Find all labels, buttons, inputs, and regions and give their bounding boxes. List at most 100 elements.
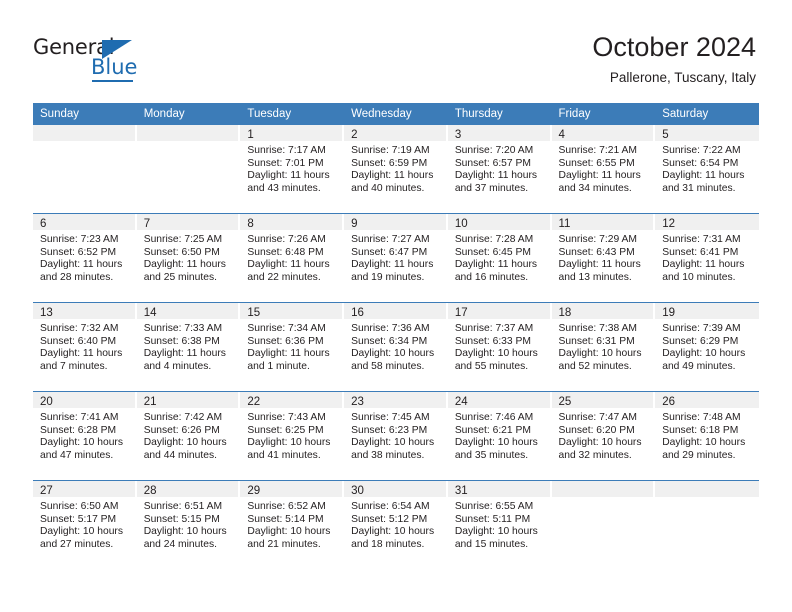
day-number: 26 <box>662 396 676 408</box>
calendar-day-cell[interactable]: 5 Sunrise: 7:22 AM Sunset: 6:54 PM Daylight… <box>655 125 759 213</box>
sunrise-text: Sunrise: 7:39 AM <box>662 323 741 334</box>
day-number: 11 <box>558 218 571 230</box>
sunrise-text: Sunrise: 6:51 AM <box>143 501 223 512</box>
calendar-day-cell[interactable]: 18 Sunrise: 7:38 AM Sunset: 6:31 PM Dayligh… <box>551 303 656 391</box>
sunrise-text: Sunrise: 6:55 AM <box>454 501 534 512</box>
day-number: 10 <box>454 218 468 230</box>
calendar-day-cell[interactable]: 8 Sunrise: 7:26 AM Sunset: 6:48 PM Daylight… <box>240 214 345 302</box>
calendar-day-cell[interactable]: 15 Sunrise: 7:34 AM Sunset: 6:36 PM Dayligh… <box>240 303 345 391</box>
sun-info: Sunrise: 7:46 AM Sunset: 6:21 PM Daylight:… <box>448 408 550 462</box>
calendar-day-cell[interactable]: 13 Sunrise: 7:32 AM Sunset: 6:40 PM Dayligh… <box>33 303 137 391</box>
calendar-day-cell[interactable]: 20 Sunrise: 7:41 AM Sunset: 6:28 PM Dayligh… <box>33 392 137 480</box>
sunset-text: Sunset: 6:55 PM <box>558 157 635 169</box>
calendar-grid: Sunday Monday Tuesday Wednesday Thursday Frid… <box>33 103 759 569</box>
sunset-text: Sunset: 6:47 PM <box>351 246 428 258</box>
daylight-text: Daylight: 10 hours and 58 minutes. <box>351 348 435 372</box>
calendar-day-cell[interactable]: 29 Sunrise: 6:52 AM Sunset: 5:14 PM Dayligh… <box>240 481 345 569</box>
sunrise-text: Sunrise: 7:20 AM <box>454 145 534 156</box>
sun-info: Sunrise: 7:47 AM Sunset: 6:20 PM Daylight:… <box>552 408 654 462</box>
calendar-day-cell[interactable]: 30 Sunrise: 6:54 AM Sunset: 5:12 PM Dayligh… <box>344 481 448 569</box>
day-number: 12 <box>662 218 676 230</box>
day-number: 7 <box>143 218 151 230</box>
calendar-day-cell[interactable]: 22 Sunrise: 7:43 AM Sunset: 6:25 PM Dayligh… <box>240 392 345 480</box>
calendar-day-cell[interactable]: 10 Sunrise: 7:28 AM Sunset: 6:45 PM Dayligh… <box>447 214 552 302</box>
sunrise-text: Sunrise: 7:48 AM <box>662 412 741 423</box>
calendar-day-cell[interactable]: 21 Sunrise: 7:42 AM Sunset: 6:26 PM Dayligh… <box>136 392 241 480</box>
sunrise-text: Sunrise: 6:54 AM <box>351 501 430 512</box>
calendar-day-cell[interactable]: 7 Sunrise: 7:25 AM Sunset: 6:50 PM Daylight… <box>136 214 241 302</box>
calendar-day-cell[interactable]: 9 Sunrise: 7:27 AM Sunset: 6:47 PM Daylight… <box>344 214 448 302</box>
sunrise-text: Sunrise: 7:19 AM <box>351 145 430 156</box>
day-number: 9 <box>351 218 358 230</box>
day-number: 24 <box>454 396 468 408</box>
daylight-text: Daylight: 11 hours and 1 minute. <box>247 348 330 372</box>
sunset-text: Sunset: 5:12 PM <box>351 513 428 525</box>
daylight-text: Daylight: 11 hours and 34 minutes. <box>558 170 641 194</box>
day-number: 16 <box>351 307 364 319</box>
day-of-week-header-row: Sunday Monday Tuesday Wednesday Thursday Frid… <box>33 103 759 125</box>
sunset-text: Sunset: 6:41 PM <box>662 246 739 258</box>
day-number-band: 19 <box>655 303 759 319</box>
day-number-band: 23 <box>344 392 446 408</box>
sunrise-text: Sunrise: 7:21 AM <box>558 145 637 156</box>
page-header: General Blue October 2024 Pallerone, Tus… <box>0 0 792 100</box>
sun-info: Sunrise: 6:55 AM Sunset: 5:11 PM Daylight:… <box>448 497 550 551</box>
calendar-day-cell[interactable]: 27 Sunrise: 6:50 AM Sunset: 5:17 PM Dayligh… <box>33 481 137 569</box>
sunrise-text: Sunrise: 7:36 AM <box>351 323 430 334</box>
day-of-week-header: Sunday <box>40 108 80 120</box>
day-number-band: 1 <box>240 125 343 141</box>
day-number-band <box>136 125 239 141</box>
day-number: 13 <box>40 307 53 319</box>
calendar-day-cell[interactable]: 16 Sunrise: 7:36 AM Sunset: 6:34 PM Dayligh… <box>344 303 448 391</box>
day-number-band <box>655 481 759 497</box>
calendar-day-cell[interactable]: 6 Sunrise: 7:23 AM Sunset: 6:52 PM Daylight… <box>33 214 137 302</box>
sun-info: Sunrise: 7:36 AM Sunset: 6:34 PM Daylight:… <box>344 319 446 373</box>
calendar-week-row: 13 Sunrise: 7:32 AM Sunset: 6:40 PM Dayligh… <box>33 302 759 391</box>
day-number-band: 20 <box>33 392 135 408</box>
day-number-band: 10 <box>447 214 550 230</box>
calendar-day-cell[interactable]: 1 Sunrise: 7:17 AM Sunset: 7:01 PM Daylight… <box>240 125 345 213</box>
daylight-text: Daylight: 11 hours and 13 minutes. <box>558 259 641 283</box>
day-number-band: 22 <box>240 392 343 408</box>
daylight-text: Daylight: 11 hours and 43 minutes. <box>247 170 330 194</box>
daylight-text: Daylight: 10 hours and 52 minutes. <box>558 348 642 372</box>
sun-info: Sunrise: 6:51 AM Sunset: 5:15 PM Daylight:… <box>137 497 239 551</box>
day-number: 19 <box>662 307 676 319</box>
sunset-text: Sunset: 6:23 PM <box>351 424 428 436</box>
calendar-day-cell[interactable]: 11 Sunrise: 7:29 AM Sunset: 6:43 PM Dayligh… <box>551 214 656 302</box>
calendar-day-cell[interactable]: 14 Sunrise: 7:33 AM Sunset: 6:38 PM Dayligh… <box>136 303 241 391</box>
calendar-day-cell[interactable]: 25 Sunrise: 7:47 AM Sunset: 6:20 PM Dayligh… <box>551 392 656 480</box>
sunrise-text: Sunrise: 7:38 AM <box>558 323 637 334</box>
calendar-day-cell[interactable]: 23 Sunrise: 7:45 AM Sunset: 6:23 PM Dayligh… <box>344 392 448 480</box>
calendar-day-cell[interactable]: 24 Sunrise: 7:46 AM Sunset: 6:21 PM Dayligh… <box>447 392 552 480</box>
sun-info: Sunrise: 7:31 AM Sunset: 6:41 PM Daylight:… <box>655 230 759 284</box>
sunset-text: Sunset: 7:01 PM <box>247 157 324 169</box>
sunrise-text: Sunrise: 7:43 AM <box>247 412 326 423</box>
daylight-text: Daylight: 10 hours and 32 minutes. <box>558 437 642 461</box>
calendar-day-cell[interactable]: 19 Sunrise: 7:39 AM Sunset: 6:29 PM Dayligh… <box>655 303 759 391</box>
sun-info: Sunrise: 7:29 AM Sunset: 6:43 PM Daylight:… <box>552 230 654 284</box>
calendar-day-cell[interactable]: 28 Sunrise: 6:51 AM Sunset: 5:15 PM Dayligh… <box>136 481 241 569</box>
calendar-day-cell[interactable]: 2 Sunrise: 7:19 AM Sunset: 6:59 PM Daylight… <box>344 125 448 213</box>
calendar-day-cell[interactable]: 31 Sunrise: 6:55 AM Sunset: 5:11 PM Dayligh… <box>447 481 552 569</box>
calendar-day-cell[interactable]: 12 Sunrise: 7:31 AM Sunset: 6:41 PM Dayligh… <box>655 214 759 302</box>
calendar-day-cell[interactable]: 4 Sunrise: 7:21 AM Sunset: 6:55 PM Daylight… <box>551 125 656 213</box>
sunset-text: Sunset: 6:48 PM <box>247 246 324 258</box>
sunrise-text: Sunrise: 7:34 AM <box>247 323 326 334</box>
sunset-text: Sunset: 6:31 PM <box>558 335 635 347</box>
sun-info: Sunrise: 7:27 AM Sunset: 6:47 PM Daylight:… <box>344 230 446 284</box>
calendar-day-cell-empty <box>655 481 759 569</box>
sunrise-text: Sunrise: 7:26 AM <box>247 234 326 245</box>
sunrise-text: Sunrise: 7:32 AM <box>40 323 119 334</box>
day-number: 18 <box>558 307 572 319</box>
calendar-day-cell[interactable]: 26 Sunrise: 7:48 AM Sunset: 6:18 PM Dayligh… <box>655 392 759 480</box>
calendar-day-cell[interactable]: 3 Sunrise: 7:20 AM Sunset: 6:57 PM Daylight… <box>447 125 552 213</box>
day-number: 31 <box>454 485 468 497</box>
sunrise-text: Sunrise: 6:52 AM <box>247 501 326 512</box>
day-number-band: 18 <box>551 303 654 319</box>
calendar-day-cell[interactable]: 17 Sunrise: 7:37 AM Sunset: 6:33 PM Dayligh… <box>447 303 552 391</box>
sun-info: Sunrise: 7:28 AM Sunset: 6:45 PM Daylight:… <box>448 230 550 284</box>
day-number: 8 <box>247 218 254 230</box>
sunset-text: Sunset: 6:38 PM <box>143 335 220 347</box>
day-number-band: 24 <box>447 392 550 408</box>
